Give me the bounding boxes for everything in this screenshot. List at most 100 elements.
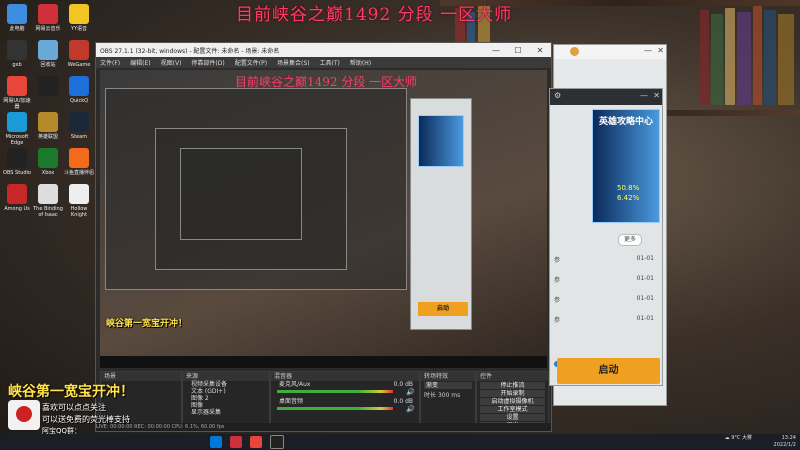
amongus-icon [7, 184, 27, 204]
stat-pickrate: 6.42% [617, 194, 640, 202]
desktop-icon[interactable]: OBS Studio [2, 148, 32, 176]
settings-gear-icon[interactable]: ⚙ [554, 91, 561, 100]
mixer-track-desktop: 桌面音频 0.0 dB [271, 398, 419, 405]
mixer-track-desktop-db: 0.0 dB [393, 398, 413, 405]
more-button[interactable]: 更多 [618, 234, 642, 246]
source-item[interactable]: 图像 [183, 402, 269, 409]
control-button[interactable]: 工作室模式 [480, 406, 545, 413]
mixer-dock-header: 混音器 [271, 372, 419, 381]
desktop-icon[interactable]: 网易UU加速器 [2, 76, 32, 110]
obs-menu-item[interactable]: 编辑(E) [130, 58, 150, 67]
obs-menu-item[interactable]: 场景集合(S) [277, 58, 310, 67]
obs-menu-item[interactable]: 配置文件(P) [235, 58, 267, 67]
news-row-date: 01-01 [636, 295, 654, 302]
douyu-icon [69, 148, 89, 168]
desktop-icon-label: 斗鱼直播伴侣 [64, 170, 94, 176]
start-icon[interactable] [210, 436, 222, 448]
desktop-icon[interactable]: QuickQ [64, 76, 94, 104]
source-item[interactable]: 图像 2 [183, 395, 269, 402]
desktop-icon[interactable]: Steam [64, 112, 94, 140]
speaker-icon[interactable]: 🔊 [406, 405, 415, 413]
control-button[interactable]: 设置 [480, 414, 545, 421]
obs-menu-item[interactable]: 帮助(H) [350, 58, 371, 67]
desktop-icon[interactable]: Microsoft Edge [2, 112, 32, 146]
desktop-icon[interactable]: 斗鱼直播伴侣 [64, 148, 94, 176]
obs-menu-item[interactable]: 文件(F) [100, 58, 120, 67]
launcher-titlebar[interactable]: ⚙ — ✕ [550, 89, 662, 105]
obs-menu-item[interactable]: 工具(T) [320, 58, 340, 67]
sources-dock-header: 来源 [183, 372, 269, 381]
launcher-start-button[interactable]: 启动 [557, 358, 660, 384]
streamer-avatar [8, 400, 40, 430]
obs-docks: 场景 来源 视频采集设备 文本 (GDI+) 图像 2 图像 显示器采集 混音器 麦克风… [100, 371, 549, 431]
preview-taskbar [100, 356, 547, 368]
game-launcher-window[interactable]: ⚙ — ✕ 英雄攻略中心 50.8% 6.42% 更多 参 01-01 参 01-01… [549, 88, 663, 386]
speaker-icon[interactable]: 🔊 [406, 388, 415, 396]
computer-icon [7, 4, 27, 24]
xbox-icon [38, 148, 58, 168]
launcher-news-row[interactable]: 参 01-01 [554, 295, 654, 304]
netease-music-taskbar-icon[interactable] [230, 436, 242, 448]
obs-menu-item[interactable]: 停靠部件(D) [191, 58, 224, 67]
mixer-dock: 混音器 麦克风/Aux 0.0 dB 🔊 桌面音频 0.0 dB 🔊 [270, 371, 420, 431]
desktop-icon[interactable]: Hollow Knight [64, 184, 94, 218]
control-button[interactable]: 开始录制 [480, 390, 545, 397]
scenes-dock-header: 场景 [101, 372, 181, 381]
desktop-icon[interactable]: Among Us [2, 184, 32, 212]
control-button[interactable]: 停止推流 [480, 382, 545, 389]
desktop-icon-label: WeGame [67, 62, 91, 68]
minimize-icon[interactable]: — [640, 91, 648, 100]
desktop-icon[interactable]: 此电脑 [2, 4, 32, 32]
desktop-icon-label: 网易云音乐 [35, 26, 61, 32]
desktop-icon[interactable]: 回收站 [33, 40, 63, 68]
news-row-date: 01-01 [636, 315, 654, 322]
close-icon[interactable]: ✕ [657, 46, 664, 55]
launcher-news-row[interactable]: 参 01-01 [554, 315, 654, 324]
sources-dock: 来源 视频采集设备 文本 (GDI+) 图像 2 图像 显示器采集 [182, 371, 270, 431]
desktop-icon[interactable]: YY语音 [64, 4, 94, 32]
obs-icon [7, 148, 27, 168]
news-row-date: 01-01 [636, 255, 654, 262]
minimize-icon[interactable]: — [485, 46, 507, 55]
maximize-icon[interactable]: ☐ [507, 46, 529, 55]
source-item[interactable]: 视频采集设备 [183, 381, 269, 388]
desktop-icon-label: Among Us [4, 206, 30, 212]
launcher-news-row[interactable]: 参 01-01 [554, 255, 654, 264]
uu-taskbar-icon[interactable] [250, 436, 262, 448]
preview-launcher-banner [418, 115, 464, 167]
close-icon[interactable]: ✕ [653, 91, 660, 100]
source-item[interactable]: 显示器采集 [183, 409, 269, 416]
control-button[interactable]: 启动虚拟摄像机 [480, 398, 545, 405]
minimize-icon[interactable]: — [644, 46, 652, 55]
obs-preview[interactable]: 目前峡谷之巅1492 分段 一区大师 启动 峡谷第一宽宝开冲！ [100, 70, 547, 368]
obs-titlebar[interactable]: OBS 27.1.1 (32-bit, windows) - 配置文件: 未命名… [96, 43, 551, 57]
preview-promo-text: 峡谷第一宽宝开冲！ [106, 319, 188, 329]
launcher-news-row[interactable]: 参 01-01 [554, 275, 654, 284]
desktop-icon-label: Steam [70, 134, 88, 140]
promo-follow-text: 喜欢可以点点关注 [42, 403, 106, 412]
clock-time[interactable]: 13:24 [782, 435, 796, 441]
transitions-dock-header: 转场特效 [421, 372, 475, 381]
desktop-icon[interactable]: 网易云音乐 [33, 4, 63, 32]
obs-window[interactable]: OBS 27.1.1 (32-bit, windows) - 配置文件: 未命名… [95, 42, 552, 432]
obs-taskbar-icon[interactable] [270, 435, 284, 449]
desktop-icon-label: YY语音 [70, 26, 88, 32]
launcher-banner[interactable]: 英雄攻略中心 50.8% 6.42% [592, 109, 660, 223]
clock-date[interactable]: 2022/1/2 [725, 442, 796, 449]
duration-value[interactable]: 300 ms [438, 392, 460, 399]
desktop-icon[interactable]: The Binding of Isaac [33, 184, 63, 218]
desktop-icon[interactable]: Xbox [33, 148, 63, 176]
obs-menu-item[interactable]: 视图(V) [161, 58, 182, 67]
source-item[interactable]: 文本 (GDI+) [183, 388, 269, 395]
desktop-icon[interactable]: 英雄联盟 [33, 112, 63, 140]
mic-volume-meter [277, 390, 393, 393]
transition-select[interactable]: 渐变 [424, 382, 472, 389]
close-icon[interactable]: ✕ [529, 46, 551, 55]
desktop-icon[interactable] [33, 76, 63, 98]
launcher-back-titlebar[interactable]: — ✕ [554, 45, 666, 59]
news-row-label: 参 [554, 257, 561, 264]
desktop-icon[interactable]: WeGame [64, 40, 94, 68]
desktop-icon-label: Hollow Knight [70, 206, 88, 218]
mixer-track-mic: 麦克风/Aux 0.0 dB [271, 381, 419, 388]
desktop-icon[interactable]: gxb [2, 40, 32, 68]
